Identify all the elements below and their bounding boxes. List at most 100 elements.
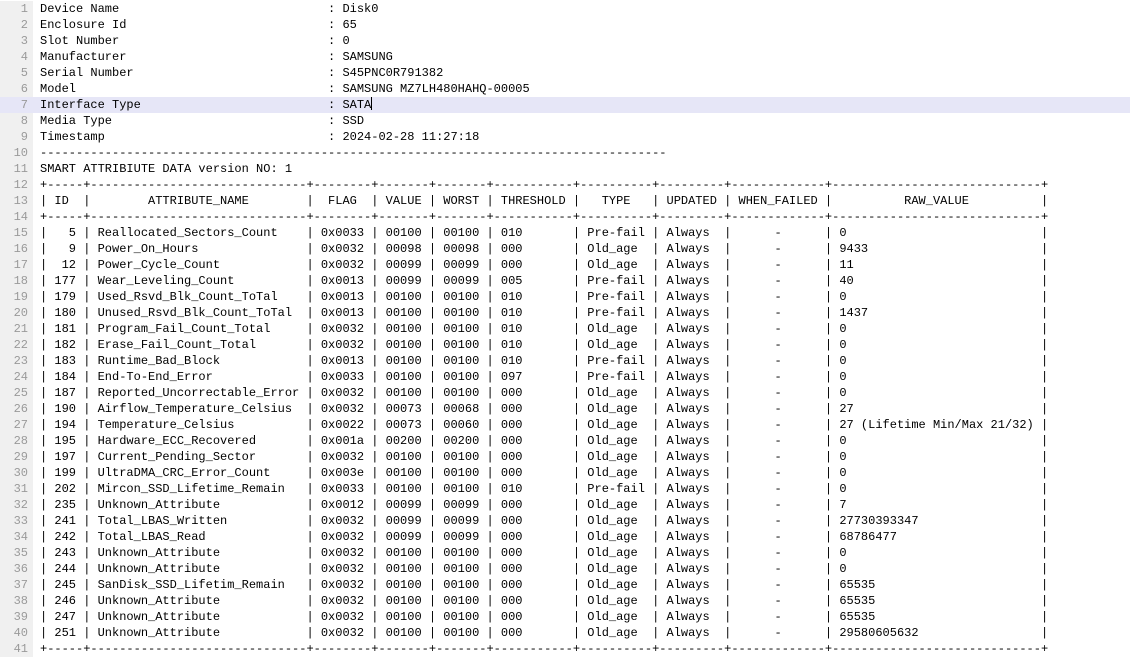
line-number[interactable]: 27 — [0, 417, 33, 433]
editor-line[interactable]: 35| 243 | Unknown_Attribute | 0x0032 | 0… — [0, 545, 1130, 561]
editor-line[interactable]: 25 | 187 | Reported_Uncorrectable_Error |… — [0, 385, 1130, 401]
line-number[interactable]: 31 — [0, 481, 33, 497]
line-text: | 251 | Unknown_Attribute | 0x0032 | 001… — [33, 625, 1130, 641]
editor-line[interactable]: 7Interface Type : SATA — [0, 97, 1130, 113]
editor-line[interactable]: 8Media Type : SSD — [0, 113, 1130, 129]
line-number[interactable]: 33 — [0, 513, 33, 529]
line-number[interactable]: 36 — [0, 561, 33, 577]
line-text: | 182 | Erase_Fail_Count_Total | 0x0032 … — [33, 337, 1130, 353]
editor-line[interactable]: 36| 244 | Unknown_Attribute | 0x0032 | 0… — [0, 561, 1130, 577]
line-number[interactable]: 39 — [0, 609, 33, 625]
editor-line[interactable]: 14+-----+------------------------------+… — [0, 209, 1130, 225]
editor-line[interactable]: 16| 9 | Power_On_Hours | 0x0032 | 00098 … — [0, 241, 1130, 257]
line-number[interactable]: 8 — [0, 113, 33, 129]
editor-line[interactable]: 1Device Name : Disk0 — [0, 1, 1130, 17]
line-number[interactable]: 11 — [0, 161, 33, 177]
line-number[interactable]: 4 — [0, 49, 33, 65]
editor-line[interactable]: 5 Serial Number : S45PNC0R791382 — [0, 65, 1130, 81]
editor-line[interactable]: 31| 202 | Mircon_SSD_Lifetime_Remain | 0… — [0, 481, 1130, 497]
line-number[interactable]: 15 — [0, 225, 33, 241]
line-number[interactable]: 20 — [0, 305, 33, 321]
line-number[interactable]: 18 — [0, 273, 33, 289]
line-number[interactable]: 2 — [0, 17, 33, 33]
line-number[interactable]: 19 — [0, 289, 33, 305]
line-number[interactable]: 5 — [0, 65, 33, 81]
editor-line[interactable]: 39| 247 | Unknown_Attribute | 0x0032 | 0… — [0, 609, 1130, 625]
line-number[interactable]: 16 — [0, 241, 33, 257]
line-number[interactable]: 32 — [0, 497, 33, 513]
line-number[interactable]: 38 — [0, 593, 33, 609]
line-text-content: | 183 | Runtime_Bad_Block | 0x0013 | 001… — [40, 354, 1048, 368]
editor-line[interactable]: 34| 242 | Total_LBAS_Read | 0x0032 | 000… — [0, 529, 1130, 545]
line-number[interactable]: 24 — [0, 369, 33, 385]
line-text-content: Timestamp : 2024-02-28 11:27:18 — [40, 130, 479, 144]
editor-line[interactable]: 28| 195 | Hardware_ECC_Recovered | 0x001… — [0, 433, 1130, 449]
line-number[interactable]: 37 — [0, 577, 33, 593]
line-number[interactable]: 25 — [0, 385, 33, 401]
editor-line[interactable]: 4 Manufacturer : SAMSUNG — [0, 49, 1130, 65]
editor-line[interactable]: 9 Timestamp : 2024-02-28 11:27:18 — [0, 129, 1130, 145]
editor-line[interactable]: 11SMART ATTRIBIUTE DATA version NO: 1 — [0, 161, 1130, 177]
editor-line[interactable]: 38 | 246 | Unknown_Attribute | 0x0032 | 0… — [0, 593, 1130, 609]
editor-line[interactable]: 33| 241 | Total_LBAS_Written | 0x0032 | … — [0, 513, 1130, 529]
line-number[interactable]: 9 — [0, 129, 33, 145]
editor-line[interactable]: 10--------------------------------------… — [0, 145, 1130, 161]
line-number[interactable]: 1 — [0, 1, 33, 17]
editor-line[interactable]: 23 | 183 | Runtime_Bad_Block | 0x0013 | 0… — [0, 353, 1130, 369]
editor-line[interactable]: 20| 180 | Unused_Rsvd_Blk_Count_ToTal | … — [0, 305, 1130, 321]
line-text-content: | 246 | Unknown_Attribute | 0x0032 | 001… — [40, 594, 1048, 608]
line-text: | 194 | Temperature_Celsius | 0x0022 | 0… — [33, 417, 1130, 433]
line-text: | 179 | Used_Rsvd_Blk_Count_ToTal | 0x00… — [33, 289, 1130, 305]
editor-line[interactable]: 41+-----+------------------------------+… — [0, 641, 1130, 657]
line-text: | 202 | Mircon_SSD_Lifetime_Remain | 0x0… — [33, 481, 1130, 497]
line-number[interactable]: 12 — [0, 177, 33, 193]
editor-line[interactable]: 27| 194 | Temperature_Celsius | 0x0022 |… — [0, 417, 1130, 433]
editor-line[interactable]: 40| 251 | Unknown_Attribute | 0x0032 | 0… — [0, 625, 1130, 641]
line-number[interactable]: 26 — [0, 401, 33, 417]
editor-line[interactable]: 24| 184 | End-To-End_Error | 0x0033 | 00… — [0, 369, 1130, 385]
editor-line[interactable]: 29| 197 | Current_Pending_Sector | 0x003… — [0, 449, 1130, 465]
line-number[interactable]: 35 — [0, 545, 33, 561]
line-number[interactable]: 28 — [0, 433, 33, 449]
editor-line[interactable]: 3Slot Number : 0 — [0, 33, 1130, 49]
editor-line[interactable]: 17| 12 | Power_Cycle_Count | 0x0032 | 00… — [0, 257, 1130, 273]
line-text-content: Serial Number : S45PNC0R791382 — [40, 66, 443, 80]
line-text: Manufacturer : SAMSUNG — [33, 49, 1130, 65]
editor-line[interactable]: 19| 179 | Used_Rsvd_Blk_Count_ToTal | 0x… — [0, 289, 1130, 305]
line-text: | 184 | End-To-End_Error | 0x0033 | 0010… — [33, 369, 1130, 385]
line-number[interactable]: 13 — [0, 193, 33, 209]
line-number[interactable]: 7 — [0, 97, 33, 113]
line-number[interactable]: 34 — [0, 529, 33, 545]
line-number[interactable]: 41 — [0, 641, 33, 657]
editor-line[interactable]: 15| 5 | Reallocated_Sectors_Count | 0x00… — [0, 225, 1130, 241]
line-number[interactable]: 40 — [0, 625, 33, 641]
editor-line[interactable]: 18| 177 | Wear_Leveling_Count | 0x0013 |… — [0, 273, 1130, 289]
line-text: | 244 | Unknown_Attribute | 0x0032 | 001… — [33, 561, 1130, 577]
text-editor[interactable]: 1Device Name : Disk02Enclosure Id : 653S… — [0, 0, 1130, 658]
editor-line[interactable]: 26| 190 | Airflow_Temperature_Celsius | … — [0, 401, 1130, 417]
line-number[interactable]: 21 — [0, 321, 33, 337]
line-text: | 242 | Total_LBAS_Read | 0x0032 | 00099… — [33, 529, 1130, 545]
line-number[interactable]: 30 — [0, 465, 33, 481]
editor-line[interactable]: 6Model : SAMSUNG MZ7LH480HAHQ-00005 — [0, 81, 1130, 97]
line-number[interactable]: 6 — [0, 81, 33, 97]
line-number[interactable]: 17 — [0, 257, 33, 273]
line-number[interactable]: 14 — [0, 209, 33, 225]
editor-line[interactable]: 12+-----+------------------------------+… — [0, 177, 1130, 193]
line-number[interactable]: 23 — [0, 353, 33, 369]
line-number[interactable]: 29 — [0, 449, 33, 465]
editor-line[interactable]: 2Enclosure Id : 65 — [0, 17, 1130, 33]
line-number[interactable]: 10 — [0, 145, 33, 161]
line-number[interactable]: 22 — [0, 337, 33, 353]
editor-line[interactable]: 37| 245 | SanDisk_SSD_Lifetim_Remain | 0… — [0, 577, 1130, 593]
line-text-content: Manufacturer : SAMSUNG — [40, 50, 393, 64]
editor-line[interactable]: 13| ID | ATTRIBUTE_NAME | FLAG | VALUE |… — [0, 193, 1130, 209]
editor-line[interactable]: 32| 235 | Unknown_Attribute | 0x0012 | 0… — [0, 497, 1130, 513]
editor-line[interactable]: 22| 182 | Erase_Fail_Count_Total | 0x003… — [0, 337, 1130, 353]
line-text: | 245 | SanDisk_SSD_Lifetim_Remain | 0x0… — [33, 577, 1130, 593]
line-number[interactable]: 3 — [0, 33, 33, 49]
line-text-content: | 187 | Reported_Uncorrectable_Error | 0… — [40, 386, 1048, 400]
editor-line[interactable]: 21| 181 | Program_Fail_Count_Total | 0x0… — [0, 321, 1130, 337]
line-text: | 190 | Airflow_Temperature_Celsius | 0x… — [33, 401, 1130, 417]
editor-line[interactable]: 30| 199 | UltraDMA_CRC_Error_Count | 0x0… — [0, 465, 1130, 481]
